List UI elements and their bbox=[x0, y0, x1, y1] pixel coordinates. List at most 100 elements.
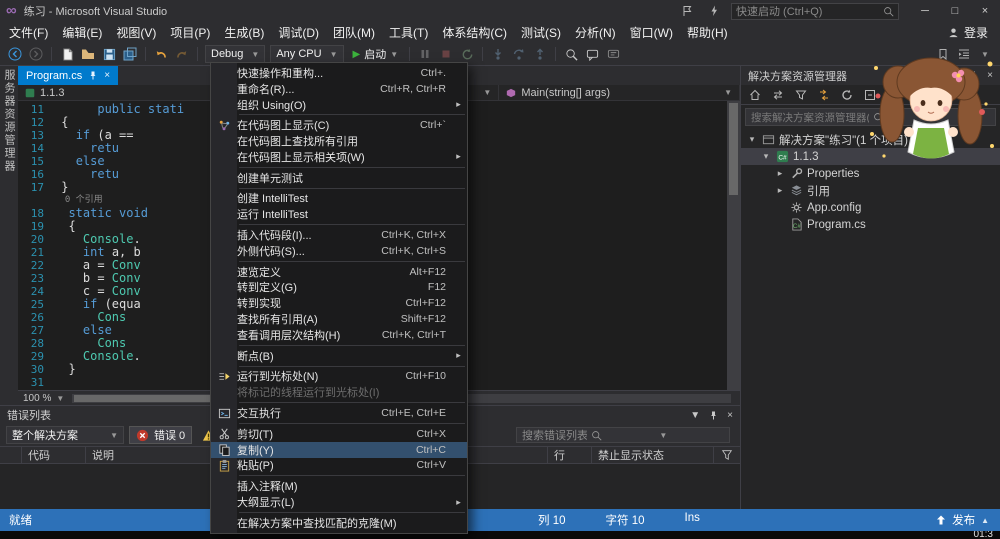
sign-in-button[interactable]: 登录 bbox=[938, 22, 998, 43]
context-menu-item[interactable]: 插入代码段(I)... Ctrl+K, Ctrl+X bbox=[211, 227, 467, 243]
navigate-back-icon[interactable] bbox=[5, 44, 25, 64]
debug-configuration-dropdown[interactable]: Debug ▼ bbox=[205, 45, 266, 63]
collapse-all-icon[interactable] bbox=[860, 85, 880, 105]
find-in-files-icon[interactable] bbox=[561, 44, 581, 64]
context-menu-item[interactable]: 断点(B) ▸ bbox=[211, 348, 467, 364]
context-menu-item[interactable]: 快速操作和重构... Ctrl+. bbox=[211, 65, 467, 81]
menu-bar-item[interactable]: 视图(V) bbox=[109, 22, 163, 43]
context-menu-item[interactable]: 查看调用层次结构(H) Ctrl+K, Ctrl+T bbox=[211, 327, 467, 343]
close-button[interactable]: × bbox=[970, 0, 1000, 22]
context-menu-item[interactable]: 在解决方案中查找匹配的克隆(M) bbox=[211, 515, 467, 531]
close-panel-icon[interactable]: × bbox=[987, 70, 993, 81]
tree-item-program-cs[interactable]: C# Program.cs bbox=[741, 216, 1000, 233]
redo-icon[interactable] bbox=[172, 44, 192, 64]
uncomment-icon[interactable] bbox=[603, 44, 623, 64]
step-out-icon[interactable] bbox=[530, 44, 550, 64]
window-position-icon[interactable]: ▼ bbox=[690, 410, 700, 421]
context-menu-item[interactable]: 运行到光标处(N) Ctrl+F10 bbox=[211, 369, 467, 385]
menu-bar-item[interactable]: 文件(F) bbox=[2, 22, 55, 43]
menu-bar-item[interactable]: 帮助(H) bbox=[680, 22, 735, 43]
notifications-flag-icon[interactable] bbox=[677, 1, 697, 21]
pin-icon[interactable] bbox=[89, 71, 97, 80]
context-menu-item[interactable]: 复制(Y) Ctrl+C bbox=[211, 441, 467, 458]
tree-item-properties[interactable]: ▸ Properties bbox=[741, 165, 1000, 182]
tree-item-solution[interactable]: ▾ 解决方案"练习"(1 个项目) bbox=[741, 131, 1000, 148]
tree-item-references[interactable]: ▸ 引用 bbox=[741, 182, 1000, 199]
close-panel-icon[interactable]: × bbox=[727, 410, 733, 421]
vertical-scrollbar[interactable] bbox=[727, 101, 740, 390]
menu-bar-item[interactable]: 工具(T) bbox=[382, 22, 435, 43]
tree-item-project-113[interactable]: ▾ C# 1.1.3 bbox=[741, 148, 1000, 165]
tree-item-app-config[interactable]: App.config bbox=[741, 199, 1000, 216]
menu-bar-item[interactable]: 测试(S) bbox=[514, 22, 568, 43]
context-menu-item[interactable]: 重命名(R)... Ctrl+R, Ctrl+R bbox=[211, 81, 467, 97]
context-menu-item[interactable]: 大纲显示(L) ▸ bbox=[211, 494, 467, 510]
expander-icon[interactable]: ▸ bbox=[775, 185, 785, 196]
step-over-icon[interactable] bbox=[509, 44, 529, 64]
refresh-icon[interactable] bbox=[837, 85, 857, 105]
context-menu-item[interactable]: 剪切(T) Ctrl+X bbox=[211, 426, 467, 442]
open-file-icon[interactable] bbox=[78, 44, 98, 64]
menu-bar-item[interactable]: 生成(B) bbox=[217, 22, 271, 43]
pin-icon[interactable] bbox=[969, 71, 978, 80]
context-menu-item[interactable]: 在代码图上查找所有引用 bbox=[211, 133, 467, 149]
scrollbar-thumb[interactable] bbox=[729, 103, 738, 195]
column-header[interactable]: 行 bbox=[548, 447, 592, 463]
comment-icon[interactable] bbox=[582, 44, 602, 64]
context-menu-item[interactable]: 创建单元测试 bbox=[211, 170, 467, 186]
context-menu-item[interactable]: 速览定义 Alt+F12 bbox=[211, 264, 467, 280]
indent-icon[interactable] bbox=[954, 44, 974, 64]
expander-icon[interactable]: ▸ bbox=[775, 168, 785, 179]
breadcrumb-member-dropdown[interactable]: Main(string[] args) ▼ bbox=[499, 85, 741, 100]
quick-launch-input[interactable]: 快速启动 (Ctrl+Q) bbox=[731, 2, 899, 20]
context-menu-item[interactable]: 运行 IntelliTest bbox=[211, 206, 467, 222]
save-icon[interactable] bbox=[99, 44, 119, 64]
switch-views-icon[interactable] bbox=[768, 85, 788, 105]
context-menu-item[interactable]: 粘贴(P) Ctrl+V bbox=[211, 458, 467, 474]
restart-icon[interactable] bbox=[457, 44, 477, 64]
expander-icon[interactable]: ▾ bbox=[747, 134, 757, 145]
toolbar-options-icon[interactable]: ▼ bbox=[975, 44, 995, 64]
context-menu-item[interactable]: 查找所有引用(A) Shift+F12 bbox=[211, 311, 467, 327]
context-menu-item[interactable]: 转到定义(G) F12 bbox=[211, 280, 467, 296]
context-menu-item[interactable]: 转到实现 Ctrl+F12 bbox=[211, 295, 467, 311]
context-menu-item[interactable]: 组织 Using(O) ▸ bbox=[211, 97, 467, 113]
context-menu-item[interactable]: 插入注释(M) bbox=[211, 478, 467, 494]
properties-wrench-icon[interactable] bbox=[883, 85, 903, 105]
tab-program-cs[interactable]: Program.cs × bbox=[18, 66, 119, 85]
step-into-icon[interactable] bbox=[488, 44, 508, 64]
expander-icon[interactable]: ▾ bbox=[761, 151, 771, 162]
stop-icon[interactable] bbox=[436, 44, 456, 64]
menu-bar-item[interactable]: 项目(P) bbox=[163, 22, 217, 43]
context-menu-item[interactable]: 创建 IntelliTest bbox=[211, 191, 467, 207]
new-file-icon[interactable] bbox=[57, 44, 77, 64]
context-menu-item[interactable]: 在代码图上显示(C) Ctrl+` bbox=[211, 117, 467, 133]
publish-button[interactable]: 发布 ▲ bbox=[925, 509, 1000, 531]
context-menu-item[interactable]: 交互执行 Ctrl+E, Ctrl+E bbox=[211, 405, 467, 421]
start-debugging-button[interactable]: ▶ 启动 ▼ bbox=[347, 44, 405, 64]
minimize-button[interactable]: ─ bbox=[910, 0, 940, 22]
error-list-search-input[interactable]: 搜索错误列表 ▼ bbox=[516, 427, 730, 443]
menu-bar-item[interactable]: 编辑(E) bbox=[55, 22, 109, 43]
server-explorer-tab[interactable]: 服务器资源管理器 bbox=[1, 69, 17, 405]
window-position-icon[interactable]: ▼ bbox=[950, 70, 960, 81]
maximize-button[interactable]: □ bbox=[940, 0, 970, 22]
solution-search-input[interactable]: 搜索解决方案资源管理器(Ctrl+;) bbox=[745, 108, 996, 126]
zoom-dropdown[interactable]: 100 % ▼ bbox=[23, 393, 64, 404]
menu-bar-item[interactable]: 体系结构(C) bbox=[435, 22, 514, 43]
pin-icon[interactable] bbox=[709, 411, 718, 420]
menu-bar-item[interactable]: 团队(M) bbox=[326, 22, 382, 43]
pending-changes-filter-icon[interactable] bbox=[791, 85, 811, 105]
feedback-lightning-icon[interactable] bbox=[704, 1, 724, 21]
show-all-files-icon[interactable] bbox=[906, 85, 926, 105]
pause-icon[interactable] bbox=[415, 44, 435, 64]
navigate-forward-icon[interactable] bbox=[26, 44, 46, 64]
menu-bar-item[interactable]: 窗口(W) bbox=[623, 22, 680, 43]
save-all-icon[interactable] bbox=[120, 44, 140, 64]
context-menu-item[interactable]: 外侧代码(S)... Ctrl+K, Ctrl+S bbox=[211, 243, 467, 259]
error-scope-dropdown[interactable]: 整个解决方案 ▼ bbox=[6, 426, 124, 444]
filter-funnel-icon[interactable] bbox=[714, 447, 740, 463]
bookmark-icon[interactable] bbox=[933, 44, 953, 64]
menu-bar-item[interactable]: 分析(N) bbox=[568, 22, 623, 43]
undo-icon[interactable] bbox=[151, 44, 171, 64]
